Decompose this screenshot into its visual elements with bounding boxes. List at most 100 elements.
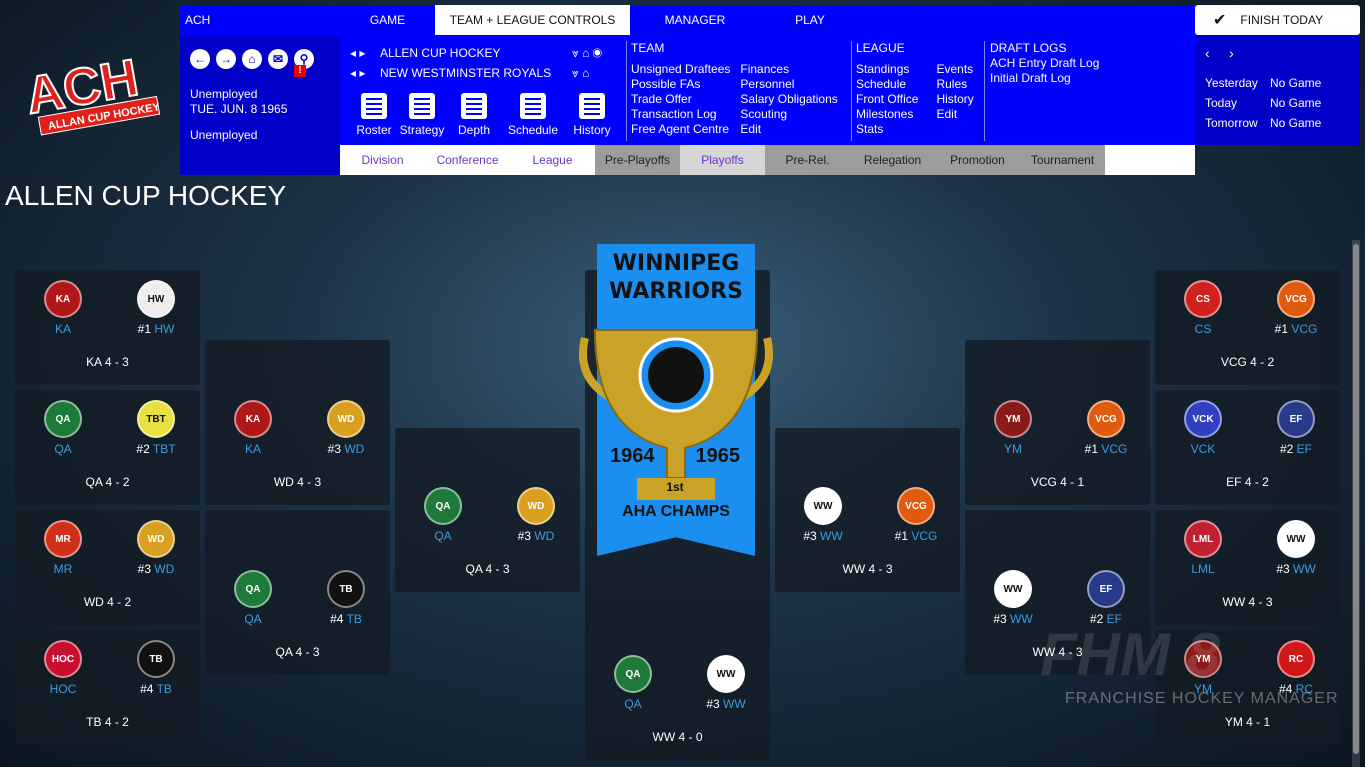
toolbar-depth-button[interactable]: Depth	[450, 93, 498, 137]
team-abbr[interactable]: MR	[54, 562, 73, 576]
scrollbar-thumb[interactable]	[1353, 244, 1359, 754]
team-entry[interactable]: EF #2 EF	[1261, 400, 1331, 456]
tab-play[interactable]: PLAY	[760, 5, 860, 35]
team-abbr[interactable]: VCG	[1101, 442, 1127, 456]
tab-team-league-controls[interactable]: TEAM + LEAGUE CONTROLS	[435, 5, 630, 35]
team-abbr[interactable]: WW	[1010, 612, 1033, 626]
team-entry[interactable]: QA QA	[408, 487, 478, 543]
team-menu-link[interactable]: Edit	[740, 122, 837, 137]
team-menu-link[interactable]: Free Agent Centre	[631, 122, 730, 137]
league-abbr[interactable]: ACH	[180, 5, 340, 35]
team-abbr[interactable]: WD	[344, 442, 364, 456]
team-entry[interactable]: WW #3 WW	[788, 487, 858, 543]
team-entry[interactable]: YM YM	[978, 400, 1048, 456]
team-entry[interactable]: WW #3 WW	[978, 570, 1048, 626]
team-menu-link[interactable]: Personnel	[740, 77, 837, 92]
subtab-conference[interactable]: Conference	[425, 145, 510, 175]
team-entry[interactable]: VCG #1 VCG	[1261, 280, 1331, 336]
team-abbr[interactable]: CS	[1195, 322, 1212, 336]
team-abbr[interactable]: QA	[244, 612, 261, 626]
team-entry[interactable]: VCK VCK	[1168, 400, 1238, 456]
next-day-icon[interactable]: ›	[1229, 45, 1234, 61]
team-entry[interactable]: TB #4 TB	[121, 640, 191, 696]
home-icon[interactable]: ⌂	[242, 49, 262, 69]
team-entry[interactable]: HOC HOC	[28, 640, 98, 696]
team-entry[interactable]: LML LML	[1168, 520, 1238, 576]
team-abbr[interactable]: EF	[1297, 442, 1312, 456]
league-menu-link[interactable]: Front Office	[856, 92, 918, 107]
team-abbr[interactable]: WD	[154, 562, 174, 576]
team-abbr[interactable]: KA	[55, 322, 71, 336]
subtab-playoffs[interactable]: Playoffs	[680, 145, 765, 175]
league-menu-link[interactable]: Rules	[936, 77, 973, 92]
league-menu-link[interactable]: Edit	[936, 107, 973, 122]
league-selector[interactable]: ALLEN CUP HOCKEY	[380, 43, 572, 63]
team-abbr[interactable]: TBT	[153, 442, 176, 456]
team-entry[interactable]: QA QA	[598, 655, 668, 711]
team-abbr[interactable]: LML	[1191, 562, 1214, 576]
team-entry[interactable]: WD #3 WD	[311, 400, 381, 456]
subtab-pre-rel-[interactable]: Pre-Rel.	[765, 145, 850, 175]
team-abbr[interactable]: HOC	[50, 682, 77, 696]
scrollbar[interactable]	[1352, 240, 1360, 767]
subtab-pre-playoffs[interactable]: Pre-Playoffs	[595, 145, 680, 175]
back-icon[interactable]: ←	[190, 49, 210, 69]
team-abbr[interactable]: QA	[434, 529, 451, 543]
team-entry[interactable]: EF #2 EF	[1071, 570, 1141, 626]
team-abbr[interactable]: HW	[154, 322, 174, 336]
team-abbr[interactable]: VCK	[1191, 442, 1216, 456]
tab-manager[interactable]: MANAGER	[630, 5, 760, 35]
team-entry[interactable]: RC #4 RC	[1261, 640, 1331, 696]
team-menu-link[interactable]: Salary Obligations	[740, 92, 837, 107]
draft-log-link[interactable]: Initial Draft Log	[990, 71, 1099, 86]
team-menu-link[interactable]: Finances	[740, 62, 837, 77]
league-menu-link[interactable]: Schedule	[856, 77, 918, 92]
team-abbr[interactable]: TB	[157, 682, 172, 696]
team-menu-link[interactable]: Trade Offer	[631, 92, 730, 107]
team-abbr[interactable]: TB	[347, 612, 362, 626]
team-icons[interactable]: ⩔ ⌂	[572, 63, 589, 83]
team-menu-link[interactable]: Unsigned Draftees	[631, 62, 730, 77]
tab-game[interactable]: GAME	[340, 5, 435, 35]
team-entry[interactable]: VCG #1 VCG	[1071, 400, 1141, 456]
forward-icon[interactable]: →	[216, 49, 236, 69]
prev-next-team[interactable]: ◂ ▸	[350, 63, 380, 83]
team-abbr[interactable]: KA	[245, 442, 261, 456]
team-abbr[interactable]: WW	[1293, 562, 1316, 576]
team-entry[interactable]: WW #3 WW	[1261, 520, 1331, 576]
draft-log-link[interactable]: ACH Entry Draft Log	[990, 56, 1099, 71]
league-menu-link[interactable]: Standings	[856, 62, 918, 77]
team-selector[interactable]: NEW WESTMINSTER ROYALS	[380, 63, 572, 83]
team-abbr[interactable]: QA	[624, 697, 641, 711]
team-entry[interactable]: QA QA	[218, 570, 288, 626]
team-abbr[interactable]: WW	[723, 697, 746, 711]
team-menu-link[interactable]: Scouting	[740, 107, 837, 122]
team-entry[interactable]: TB #4 TB	[311, 570, 381, 626]
subtab-tournament[interactable]: Tournament	[1020, 145, 1105, 175]
team-entry[interactable]: QA QA	[28, 400, 98, 456]
team-menu-link[interactable]: Transaction Log	[631, 107, 730, 122]
team-abbr[interactable]: WW	[820, 529, 843, 543]
toolbar-schedule-button[interactable]: Schedule	[502, 93, 564, 137]
team-abbr[interactable]: WD	[534, 529, 554, 543]
mail-icon[interactable]: ✉	[268, 49, 288, 69]
team-abbr[interactable]: YM	[1004, 442, 1022, 456]
subtab-league[interactable]: League	[510, 145, 595, 175]
league-menu-link[interactable]: Stats	[856, 122, 918, 137]
team-menu-link[interactable]: Possible FAs	[631, 77, 730, 92]
prev-next-league[interactable]: ◂ ▸	[350, 43, 380, 63]
team-entry[interactable]: WD #3 WD	[501, 487, 571, 543]
subtab-division[interactable]: Division	[340, 145, 425, 175]
toolbar-history-button[interactable]: History	[568, 93, 616, 137]
team-entry[interactable]: TBT #2 TBT	[121, 400, 191, 456]
subtab-promotion[interactable]: Promotion	[935, 145, 1020, 175]
team-entry[interactable]: CS CS	[1168, 280, 1238, 336]
team-entry[interactable]: VCG #1 VCG	[881, 487, 951, 543]
team-abbr[interactable]: VCG	[911, 529, 937, 543]
prev-day-icon[interactable]: ‹	[1205, 45, 1210, 61]
league-menu-link[interactable]: Events	[936, 62, 973, 77]
team-entry[interactable]: KA KA	[28, 280, 98, 336]
team-entry[interactable]: KA KA	[218, 400, 288, 456]
subtab-relegation[interactable]: Relegation	[850, 145, 935, 175]
team-abbr[interactable]: VCG	[1291, 322, 1317, 336]
